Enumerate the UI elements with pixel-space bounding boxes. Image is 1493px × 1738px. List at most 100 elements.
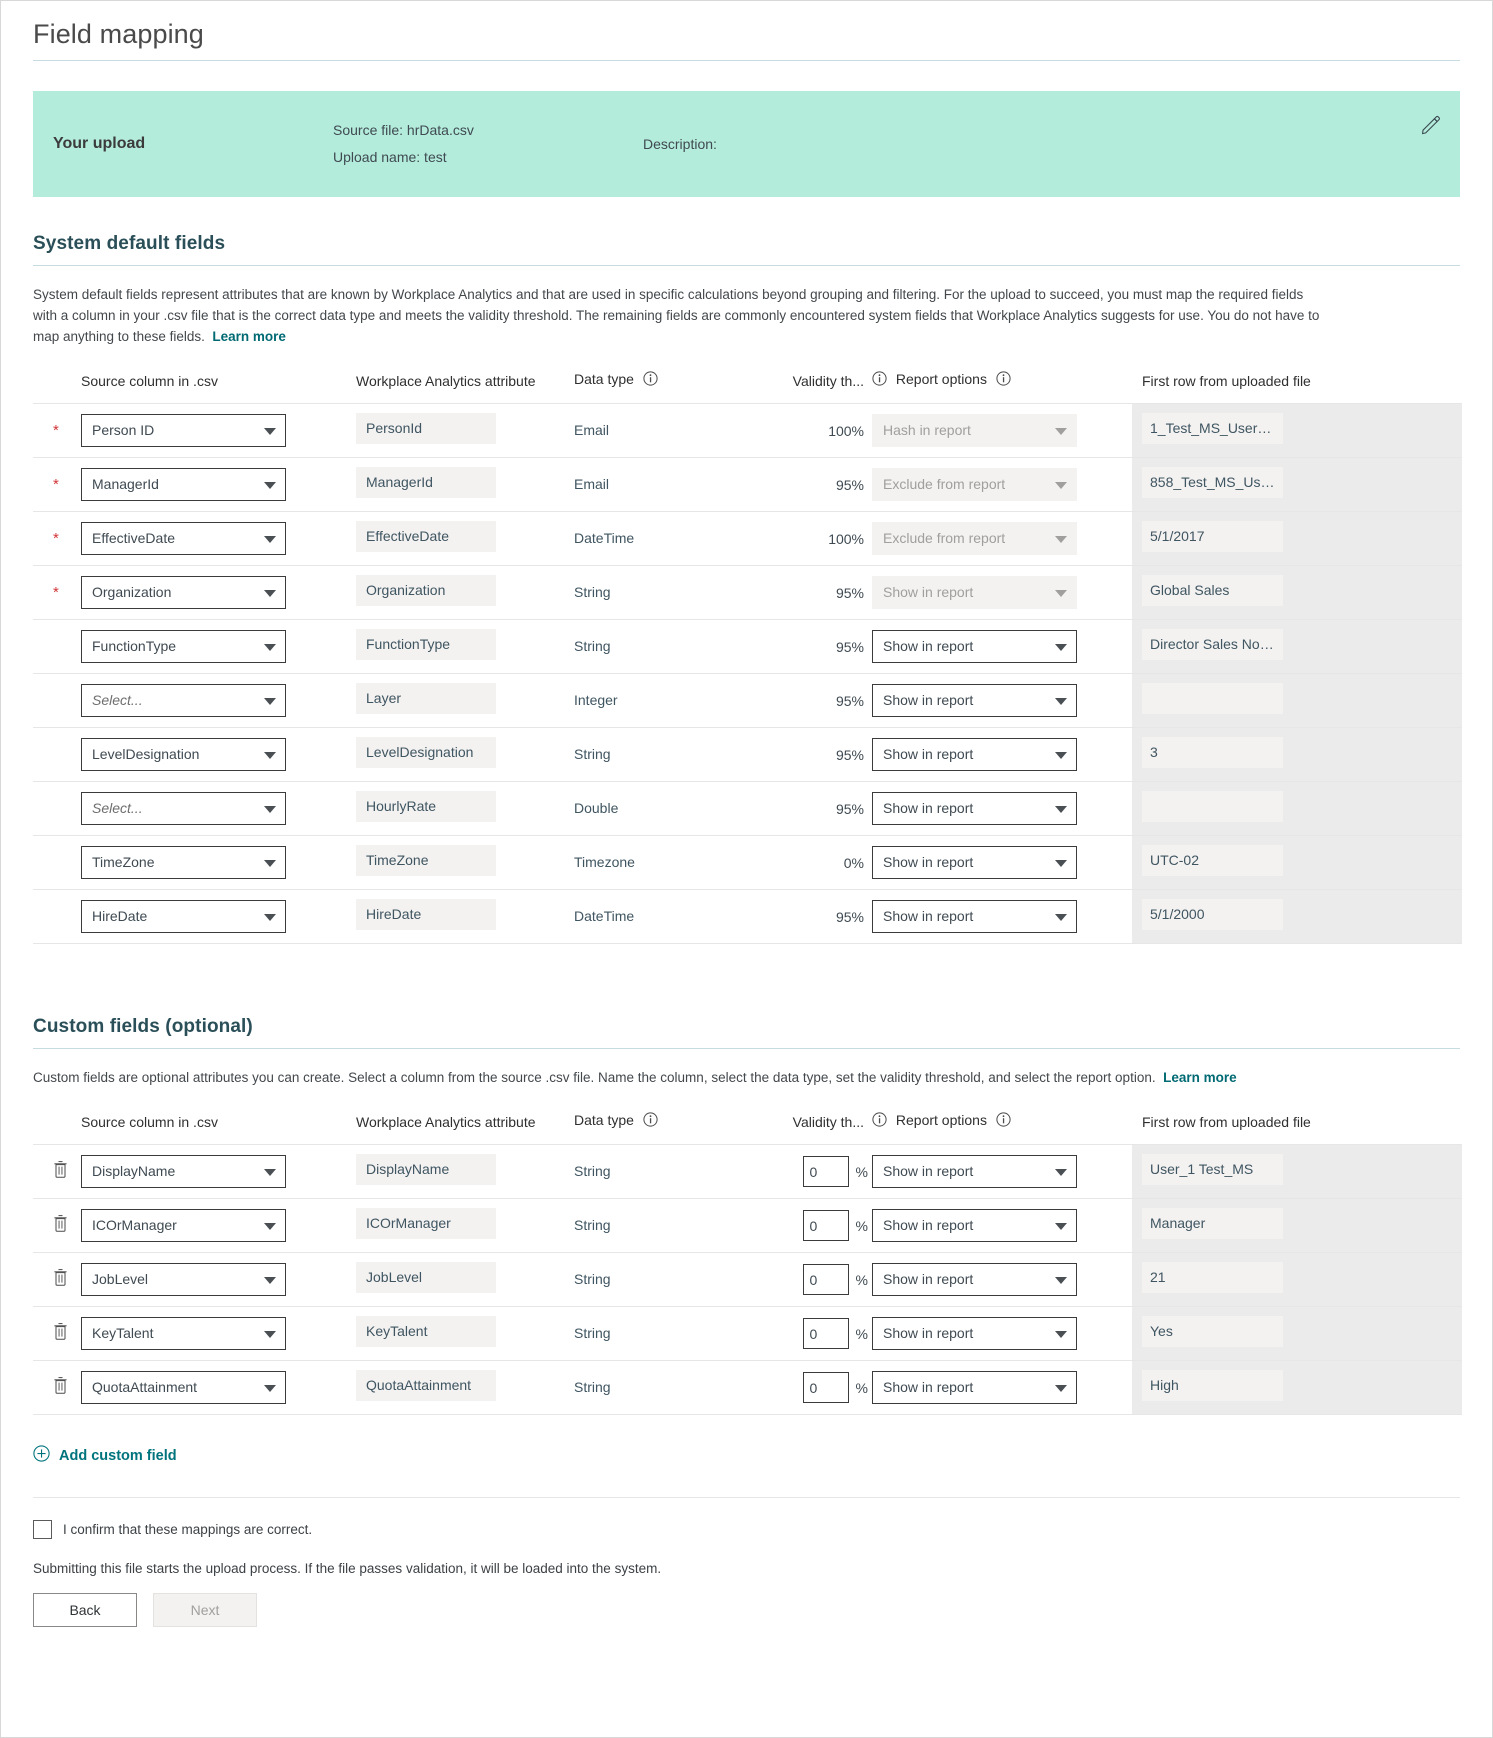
data-type-value: String — [574, 1378, 611, 1395]
first-row-value — [1142, 682, 1283, 714]
report-options-dropdown[interactable]: Show in report — [872, 630, 1077, 663]
info-icon[interactable] — [872, 1112, 887, 1130]
validity-threshold-input[interactable] — [802, 1372, 849, 1403]
pencil-icon[interactable] — [1420, 113, 1442, 135]
validity-threshold-cell: % — [762, 1198, 872, 1253]
report-options-cell: Show in report — [872, 1144, 1132, 1199]
source-column-dropdown[interactable]: ICOrManager — [81, 1209, 286, 1242]
source-column-dropdown[interactable]: TimeZone — [81, 846, 286, 879]
trash-icon[interactable] — [53, 1322, 68, 1345]
custom-table-header-row: Source column in .csv Workplace Analytic… — [33, 1112, 1462, 1145]
source-column-cell: Person ID — [81, 403, 356, 458]
validity-threshold-cell: 0% — [762, 835, 872, 890]
validity-threshold-cell: 95% — [762, 781, 872, 836]
attribute-value: KeyTalent — [356, 1315, 496, 1347]
chevron-down-icon — [264, 590, 276, 597]
info-icon[interactable] — [996, 1112, 1011, 1130]
trash-icon[interactable] — [53, 1268, 68, 1291]
header-report-options: Report options — [872, 371, 1132, 404]
source-column-cell: Organization — [81, 565, 356, 620]
header-attribute: Workplace Analytics attribute — [356, 371, 574, 404]
source-column-dropdown[interactable]: DisplayName — [81, 1155, 286, 1188]
first-row-cell: UTC-02 — [1132, 835, 1462, 890]
source-column-dropdown[interactable]: FunctionType — [81, 630, 286, 663]
data-type-cell: Email — [574, 403, 762, 458]
report-options-cell: Show in report — [872, 565, 1132, 620]
report-options-dropdown[interactable]: Show in report — [872, 1263, 1077, 1296]
report-options-dropdown[interactable]: Show in report — [872, 684, 1077, 717]
report-options-dropdown[interactable]: Show in report — [872, 846, 1077, 879]
report-options-dropdown[interactable]: Show in report — [872, 792, 1077, 825]
validity-threshold-input[interactable] — [802, 1210, 849, 1241]
validity-threshold-cell: 95% — [762, 889, 872, 944]
source-column-cell: Select... — [81, 781, 356, 836]
system-section-description: System default fields represent attribut… — [33, 284, 1323, 347]
chevron-down-icon — [1055, 1169, 1067, 1176]
report-options-dropdown[interactable]: Show in report — [872, 1317, 1077, 1350]
data-type-value: Timezone — [574, 853, 635, 870]
back-button[interactable]: Back — [33, 1593, 137, 1627]
source-column-dropdown[interactable]: LevelDesignation — [81, 738, 286, 771]
attribute-cell: Layer — [356, 673, 574, 728]
source-column-dropdown[interactable]: Person ID — [81, 414, 286, 447]
next-button[interactable]: Next — [153, 1593, 257, 1627]
header-attribute: Workplace Analytics attribute — [356, 1112, 574, 1145]
validity-threshold-input-group: % — [762, 1210, 872, 1241]
add-custom-field-button[interactable]: Add custom field — [33, 1445, 177, 1466]
source-column-cell: LevelDesignation — [81, 727, 356, 782]
first-row-cell: User_1 Test_MS — [1132, 1144, 1462, 1199]
validity-threshold-input[interactable] — [802, 1264, 849, 1295]
source-column-dropdown[interactable]: Select... — [81, 792, 286, 825]
source-column-dropdown[interactable]: Select... — [81, 684, 286, 717]
first-row-cell: 1_Test_MS_User@orga... — [1132, 403, 1462, 458]
info-icon[interactable] — [872, 371, 887, 389]
attribute-value: LevelDesignation — [356, 736, 496, 768]
source-column-dropdown[interactable]: Organization — [81, 576, 286, 609]
source-column-dropdown[interactable]: ManagerId — [81, 468, 286, 501]
source-column-dropdown[interactable]: KeyTalent — [81, 1317, 286, 1350]
report-options-dropdown[interactable]: Show in report — [872, 1209, 1077, 1242]
report-options-cell: Show in report — [872, 619, 1132, 674]
first-row-cell — [1132, 781, 1462, 836]
source-column-dropdown[interactable]: JobLevel — [81, 1263, 286, 1296]
chevron-down-icon — [1055, 536, 1067, 543]
chevron-down-icon — [264, 698, 276, 705]
first-row-value: 5/1/2000 — [1142, 898, 1283, 930]
custom-fields-table: Source column in .csv Workplace Analytic… — [33, 1112, 1462, 1415]
validity-threshold-input[interactable] — [802, 1156, 849, 1187]
source-column-dropdown[interactable]: QuotaAttainment — [81, 1371, 286, 1404]
validity-threshold-input-group: % — [762, 1372, 872, 1403]
header-source-column: Source column in .csv — [81, 371, 356, 404]
chevron-down-icon — [1055, 1385, 1067, 1392]
custom-learn-more-link[interactable]: Learn more — [1163, 1070, 1237, 1085]
confirm-mappings-checkbox[interactable] — [33, 1520, 52, 1539]
report-options-dropdown[interactable]: Show in report — [872, 738, 1077, 771]
data-type-cell: String — [574, 1198, 762, 1253]
report-options-dropdown[interactable]: Show in report — [872, 900, 1077, 933]
percent-sign: % — [855, 1325, 868, 1342]
source-column-dropdown[interactable]: HireDate — [81, 900, 286, 933]
info-icon[interactable] — [996, 371, 1011, 389]
system-fields-table: Source column in .csv Workplace Analytic… — [33, 371, 1462, 944]
trash-icon[interactable] — [53, 1214, 68, 1237]
data-type-cell: DateTime — [574, 889, 762, 944]
required-asterisk-icon: * — [53, 421, 59, 439]
trash-icon[interactable] — [53, 1160, 68, 1183]
trash-icon[interactable] — [53, 1376, 68, 1399]
validity-threshold-input[interactable] — [802, 1318, 849, 1349]
plus-circle-icon — [33, 1445, 50, 1466]
info-icon[interactable] — [643, 371, 658, 389]
report-options-dropdown[interactable]: Show in report — [872, 1371, 1077, 1404]
upload-description-text: Description: — [643, 135, 717, 152]
attribute-value: PersonId — [356, 412, 496, 444]
source-column-dropdown[interactable]: EffectiveDate — [81, 522, 286, 555]
info-icon[interactable] — [643, 1112, 658, 1130]
system-learn-more-link[interactable]: Learn more — [212, 329, 286, 344]
report-options-dropdown[interactable]: Show in report — [872, 1155, 1077, 1188]
data-type-cell: String — [574, 565, 762, 620]
source-column-cell: EffectiveDate — [81, 511, 356, 566]
chevron-down-icon — [264, 1385, 276, 1392]
data-type-cell: String — [574, 1252, 762, 1307]
source-column-cell: ICOrManager — [81, 1198, 356, 1253]
report-options-cell: Exclude from report — [872, 511, 1132, 566]
